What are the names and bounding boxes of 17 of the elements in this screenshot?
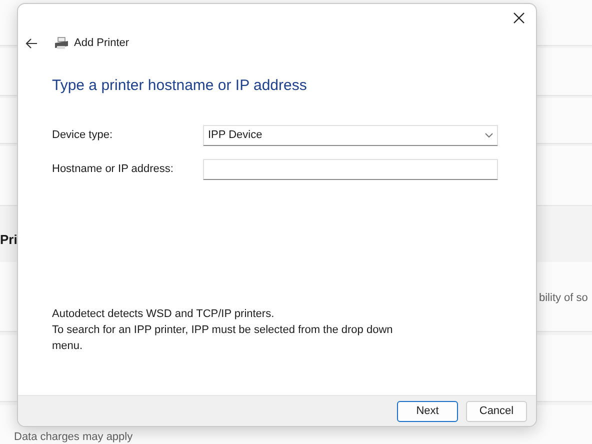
- printer-icon: [54, 36, 68, 50]
- setting-description: bility of so: [538, 291, 589, 305]
- back-arrow-icon[interactable]: [25, 38, 38, 49]
- info-text: Autodetect detects WSD and TCP/IP printers.: [52, 307, 276, 322]
- dialog-button[interactable]: Cancel: [466, 400, 527, 422]
- dialog-title: Add Printer: [74, 36, 130, 51]
- device-type-dropdown[interactable]: IPP Device: [203, 124, 498, 146]
- section-heading: Pri: [0, 231, 18, 249]
- field-label: Device type:: [52, 128, 114, 143]
- page-heading: Type a printer hostname or IP address: [52, 76, 308, 94]
- field-label: Hostname or IP address:: [52, 162, 174, 177]
- hostname-field[interactable]: [203, 158, 498, 180]
- info-text: To search for an IPP printer, IPP must be selected from the drop down menu.: [52, 323, 394, 354]
- chevron-down-icon: [485, 132, 493, 138]
- dialog-button[interactable]: Next: [397, 400, 458, 422]
- close-icon[interactable]: [511, 10, 527, 26]
- setting-note: Data charges may apply: [13, 431, 134, 443]
